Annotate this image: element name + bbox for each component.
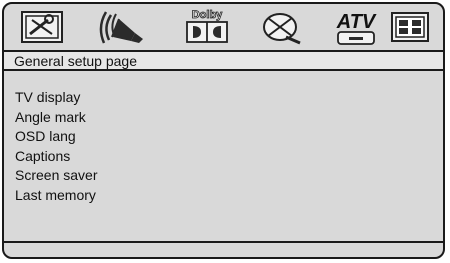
page-title-bar: General setup page [4,50,443,71]
menu-item-tv-display[interactable]: TV display [15,88,97,108]
menu-item-angle-mark[interactable]: Angle mark [15,108,97,128]
setup-menu-list: TV display Angle mark OSD lang Captions … [15,88,97,205]
atv-icon[interactable]: ATV [332,7,380,47]
page-title: General setup page [14,53,137,69]
menu-item-captions[interactable]: Captions [15,147,97,167]
setup-menu-window: Dolby ATV General setup page TV display … [2,2,445,259]
dolby-icon[interactable]: Dolby [181,7,233,47]
disc-preference-icon[interactable] [260,7,304,47]
menu-item-screen-saver[interactable]: Screen saver [15,166,97,186]
video-setup-icon[interactable] [388,7,432,47]
icon-toolbar: Dolby ATV [4,4,443,50]
audio-speaker-icon[interactable] [99,7,149,47]
general-setup-icon[interactable] [18,7,66,47]
dolby-label: Dolby [192,9,223,21]
menu-item-last-memory[interactable]: Last memory [15,186,97,206]
menu-item-osd-lang[interactable]: OSD lang [15,127,97,147]
status-footer [4,241,443,257]
atv-label: ATV [336,11,377,33]
